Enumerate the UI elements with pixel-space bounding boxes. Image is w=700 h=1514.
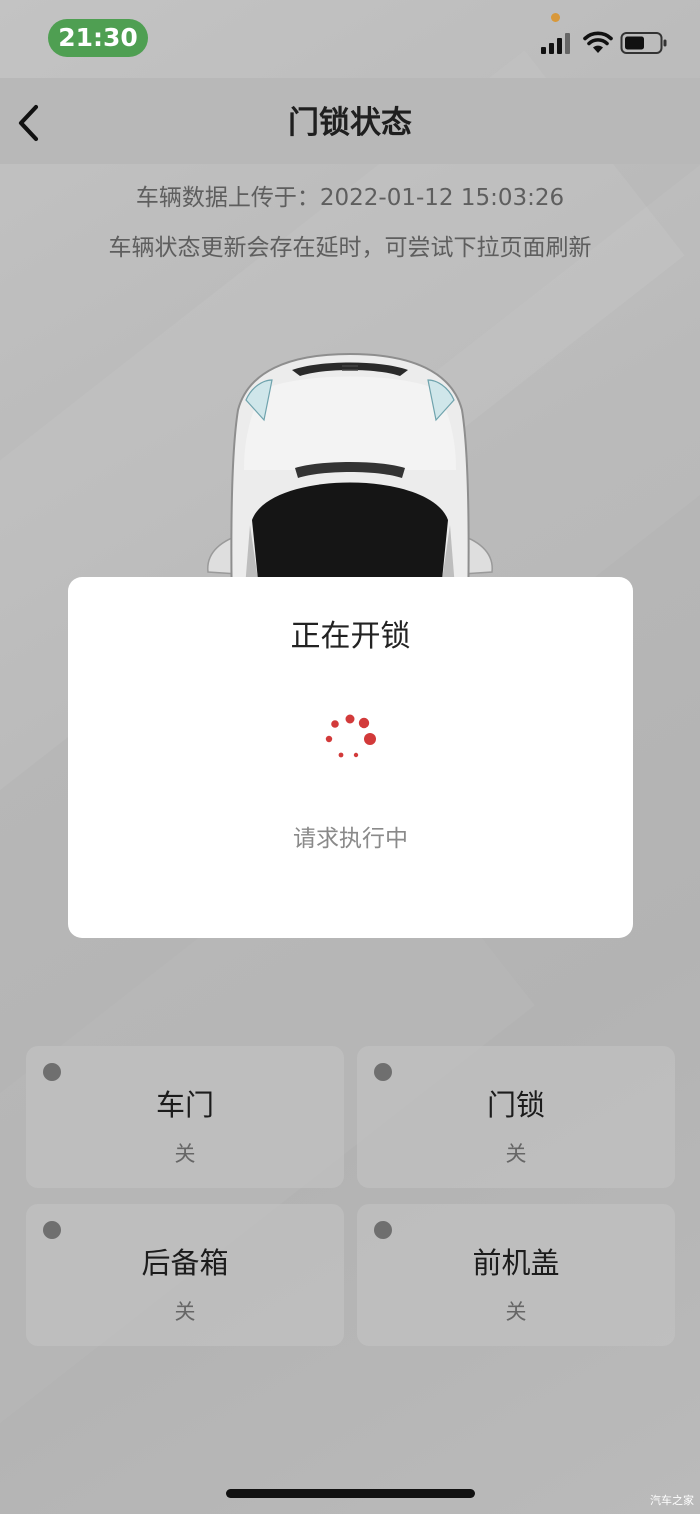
status-dot: [374, 1221, 392, 1239]
card-state: 关: [505, 1300, 527, 1324]
status-bar: 21:30: [0, 0, 700, 78]
wifi-icon: [583, 31, 613, 53]
data-upload-time: 车辆数据上传于：2022-01-12 15:03:26: [135, 185, 565, 211]
status-dot: [43, 1221, 61, 1239]
dialog-status-text: 请求执行中: [293, 826, 408, 852]
status-card-door: 车门 关: [26, 1046, 344, 1188]
loading-spinner-icon: [325, 714, 376, 758]
card-state: 关: [174, 1300, 196, 1324]
card-label: 车门: [155, 1088, 214, 1122]
signal-icon: [541, 33, 570, 54]
card-label: 后备箱: [141, 1246, 229, 1280]
status-card-hood: 前机盖 关: [357, 1204, 675, 1346]
card-label: 门锁: [486, 1088, 545, 1122]
status-card-trunk: 后备箱 关: [26, 1204, 344, 1346]
navigation-bar: 门锁状态: [0, 78, 700, 164]
watermark: 汽车之家: [650, 1494, 694, 1507]
page-title: 门锁状态: [288, 105, 412, 141]
battery-icon: [620, 32, 667, 54]
status-card-lock: 门锁 关: [357, 1046, 675, 1188]
refresh-hint: 车辆状态更新会存在延时，可尝试下拉页面刷新: [108, 235, 592, 261]
card-label: 前机盖: [472, 1246, 560, 1280]
home-indicator[interactable]: [226, 1489, 475, 1498]
privacy-indicator-dot: [551, 13, 560, 22]
card-state: 关: [505, 1142, 527, 1166]
unlocking-dialog: 正在开锁 请求执行中: [68, 577, 633, 938]
status-dot: [43, 1063, 61, 1081]
card-state: 关: [174, 1142, 196, 1166]
door-lock-status-screen: 21:30 门锁状态 车辆数据上传于：2022-01-12 15:03:26 车…: [0, 0, 700, 1514]
status-dot: [374, 1063, 392, 1081]
dialog-title: 正在开锁: [290, 619, 411, 654]
status-time: 21:30: [48, 19, 148, 57]
